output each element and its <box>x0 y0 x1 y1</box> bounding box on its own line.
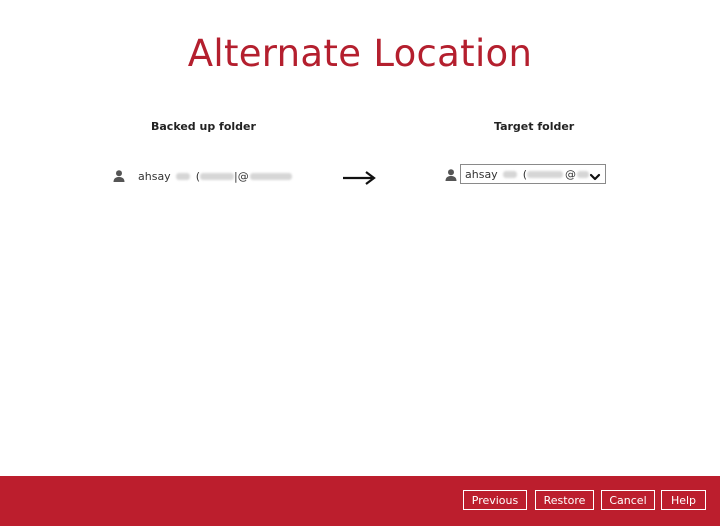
redacted-text <box>527 171 563 178</box>
restore-alternate-location-page: Alternate Location Backed up folder Targ… <box>0 0 720 526</box>
redacted-text <box>176 173 191 180</box>
redacted-text <box>200 173 234 180</box>
source-account-at: |@ <box>234 169 249 183</box>
target-account-at: @ <box>565 167 576 181</box>
right-arrow-icon <box>341 165 377 185</box>
restore-button[interactable]: Restore <box>535 490 594 510</box>
user-icon <box>112 169 126 183</box>
page-title: Alternate Location <box>187 32 533 75</box>
source-account-row: ahsay (|@ <box>112 168 292 184</box>
chevron-down-icon <box>589 169 601 181</box>
target-folder-header: Target folder <box>494 120 575 133</box>
source-account-label: ahsay (|@ <box>138 170 292 183</box>
redacted-text <box>503 171 518 178</box>
target-account-name: ahsay <box>465 167 498 181</box>
target-folder-select[interactable]: ahsay (@ <box>460 164 606 184</box>
source-account-name: ahsay <box>138 169 171 183</box>
target-folder-selected-value: ahsay (@ <box>465 168 589 181</box>
previous-button[interactable]: Previous <box>463 490 527 510</box>
redacted-text <box>577 171 589 178</box>
backed-up-folder-header: Backed up folder <box>151 120 256 133</box>
help-button[interactable]: Help <box>661 490 706 510</box>
redacted-text <box>249 173 292 180</box>
cancel-button[interactable]: Cancel <box>601 490 655 510</box>
user-icon <box>444 168 458 182</box>
